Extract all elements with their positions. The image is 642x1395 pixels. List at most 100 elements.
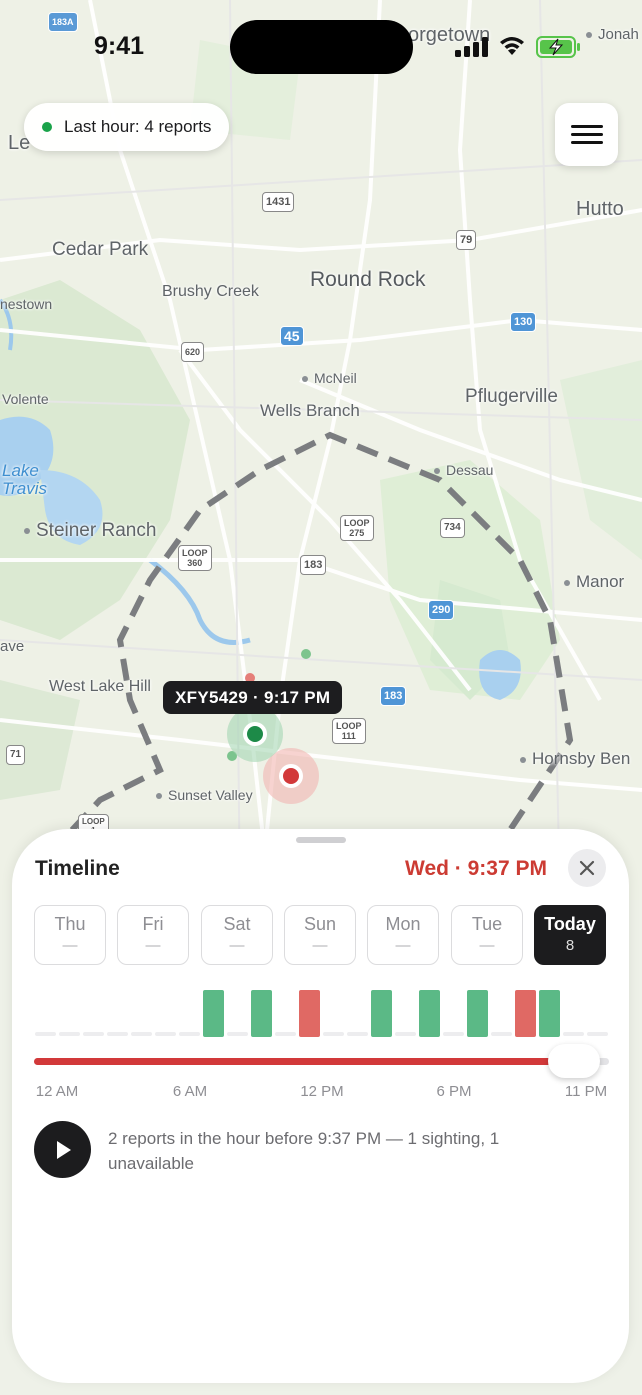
plate-tooltip[interactable]: XFY5429 · 9:17 PM (163, 681, 343, 714)
status-time: 9:41 (94, 32, 145, 60)
close-icon (579, 860, 595, 876)
day-tab-mon[interactable]: Mon — (367, 905, 439, 965)
report-count-label: Last hour: 4 reports (64, 117, 212, 136)
day-name: Sun (303, 914, 337, 934)
sighting-point[interactable] (301, 649, 311, 659)
day-name: Tue (471, 914, 503, 934)
map-label-round-rock: Round Rock (310, 268, 426, 291)
day-name: Thu (54, 914, 86, 934)
sighting-hour-bar[interactable] (538, 990, 560, 1037)
dynamic-island (230, 20, 413, 74)
day-count: — (229, 937, 245, 954)
empty-hour-bar[interactable] (227, 1032, 249, 1036)
day-tab-thu[interactable]: Thu — (34, 905, 106, 965)
wifi-icon (500, 37, 524, 55)
day-tab-today[interactable]: Today 8 (534, 905, 606, 965)
sighting-hour-bar[interactable] (203, 990, 225, 1037)
sighting-hour-bar[interactable] (251, 990, 273, 1037)
empty-hour-bar[interactable] (275, 1032, 297, 1036)
timeline-sheet: Timeline Wed · 9:37 PM Thu — Fri — Sat — Su… (12, 829, 629, 1383)
highway-shield: 290 (428, 600, 455, 620)
day-count: — (312, 937, 328, 954)
highway-shield: 183A (48, 12, 78, 32)
unavailable-marker[interactable] (283, 768, 299, 784)
day-name: Fri (142, 914, 164, 934)
menu-button[interactable] (555, 103, 618, 166)
highway-shield: 734 (440, 518, 465, 538)
map-label-volente: Volente (2, 391, 49, 407)
unavailable-hour-bar[interactable] (514, 990, 536, 1037)
map-label-dessau: Dessau (434, 462, 493, 478)
map-label-pflugerville: Pflugerville (465, 386, 558, 407)
day-count: — (145, 937, 161, 954)
hamburger-menu-icon (570, 124, 603, 144)
time-slider-thumb[interactable] (548, 1044, 600, 1078)
highway-shield: 183 (300, 555, 327, 575)
time-slider-fill (34, 1058, 574, 1065)
empty-hour-bar[interactable] (131, 1032, 153, 1036)
map-label-manor: Manor (564, 572, 624, 592)
play-button[interactable] (34, 1121, 91, 1178)
empty-hour-bar[interactable] (35, 1032, 57, 1036)
report-count-pill[interactable]: Last hour: 4 reports (24, 103, 230, 151)
empty-hour-bar[interactable] (490, 1032, 512, 1036)
time-tick-label: 12 AM (35, 1083, 79, 1100)
cellular-signal-icon (455, 37, 488, 57)
play-icon (56, 1140, 71, 1159)
day-tab-tue[interactable]: Tue — (451, 905, 523, 965)
time-tick-label: 12 PM (300, 1083, 344, 1100)
empty-hour-bar[interactable] (107, 1032, 129, 1036)
empty-hour-bar[interactable] (83, 1032, 105, 1036)
map-label-cave: ave (0, 638, 25, 655)
map-label-west-lake-hills: West Lake Hill (49, 678, 151, 695)
highway-shield: 620 (181, 342, 205, 362)
highway-shield: 130 (510, 312, 537, 332)
day-count: — (62, 937, 78, 954)
map-label-mcneil: McNeil (302, 370, 357, 386)
map-label-hutto: Hutto (576, 198, 624, 220)
current-time: Wed · 9:37 PM (405, 857, 547, 880)
highway-shield: 71 (6, 745, 26, 765)
time-tick-label: 6 AM (172, 1083, 208, 1100)
sighting-hour-bar[interactable] (418, 990, 440, 1037)
sighting-hour-bar[interactable] (466, 990, 488, 1037)
time-tick-label: 11 PM (564, 1083, 608, 1100)
empty-hour-bar[interactable] (155, 1032, 177, 1036)
empty-hour-bar[interactable] (442, 1032, 464, 1036)
empty-hour-bar[interactable] (322, 1032, 344, 1036)
timeline-title: Timeline (35, 857, 120, 880)
map-label-cedar-park: Cedar Park (52, 239, 149, 260)
empty-hour-bar[interactable] (179, 1032, 201, 1036)
highway-shield: LOOP 275 (340, 515, 374, 541)
map-label-steiner-ranch: Steiner Ranch (24, 520, 156, 542)
sighting-hour-bar[interactable] (370, 990, 392, 1037)
highway-shield: 1431 (262, 192, 295, 212)
day-name: Mon (385, 914, 421, 934)
highway-shield: LOOP 360 (178, 545, 212, 571)
time-slider[interactable] (34, 1044, 609, 1078)
day-tab-sat[interactable]: Sat — (201, 905, 273, 965)
day-tab-fri[interactable]: Fri — (117, 905, 189, 965)
map-label-wells-branch: Wells Branch (260, 401, 360, 420)
map-label-hornsby-bend: Hornsby Ben (520, 749, 630, 769)
sheet-grabber[interactable] (296, 837, 346, 843)
sighting-marker[interactable] (247, 726, 263, 742)
close-button[interactable] (568, 849, 606, 887)
unavailable-hour-bar[interactable] (299, 990, 321, 1037)
highway-shield: 79 (456, 230, 477, 250)
day-name: Today (544, 914, 596, 934)
empty-hour-bar[interactable] (346, 1032, 368, 1036)
day-count: — (395, 937, 411, 954)
map-label-lake-travis: Lake Travis (2, 461, 48, 498)
report-summary: 2 reports in the hour before 9:37 PM — 1… (108, 1129, 500, 1173)
time-tick-label: 6 PM (436, 1083, 472, 1100)
day-count: 8 (565, 937, 575, 954)
empty-hour-bar[interactable] (586, 1032, 608, 1036)
empty-hour-bar[interactable] (394, 1032, 416, 1036)
day-tab-sun[interactable]: Sun — (284, 905, 356, 965)
map-label-sunset-valley: Sunset Valley (156, 787, 253, 803)
day-name: Sat (223, 914, 251, 934)
empty-hour-bar[interactable] (59, 1032, 81, 1036)
day-selector: Thu — Fri — Sat — Sun — Mon — Tue — Today 8 (34, 905, 609, 967)
empty-hour-bar[interactable] (562, 1032, 584, 1036)
